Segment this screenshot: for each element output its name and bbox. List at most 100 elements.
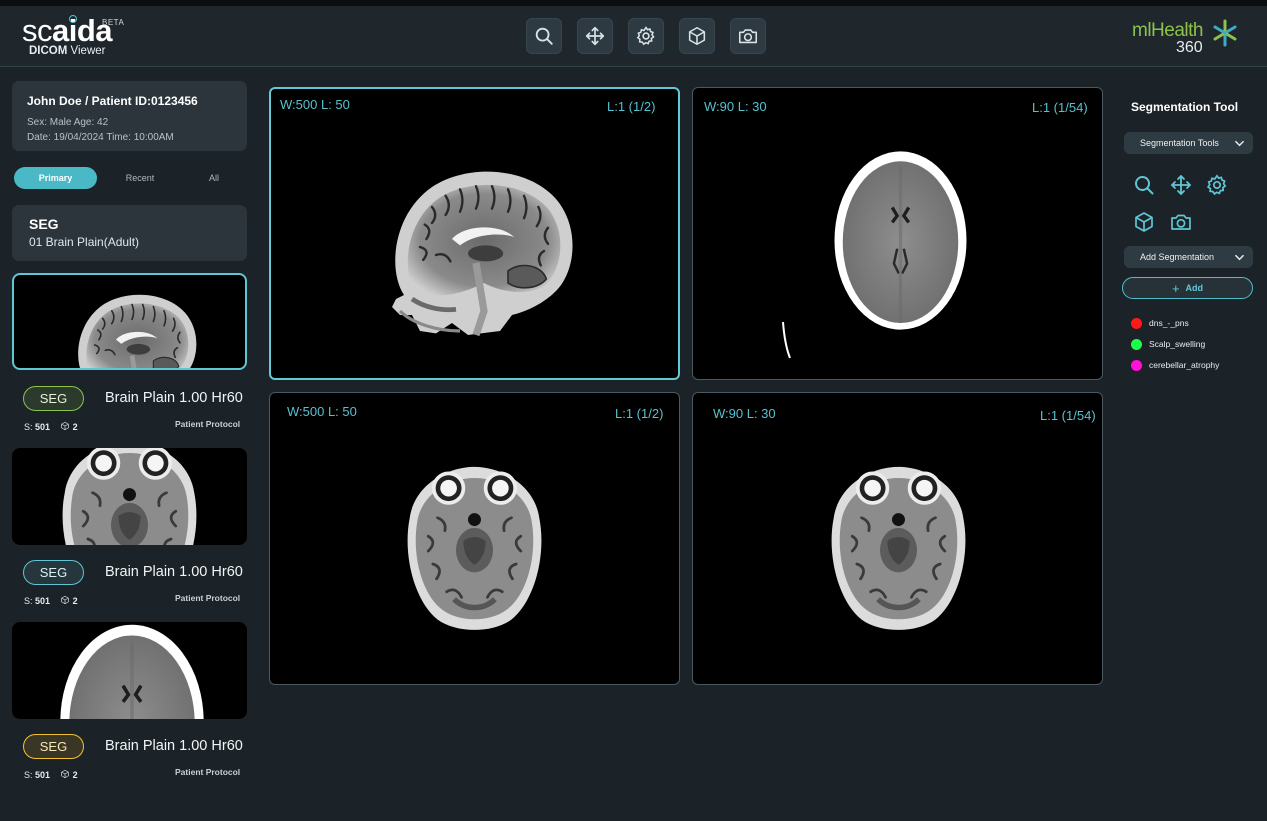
patient-sex-age: Sex: Male Age: 42 bbox=[27, 117, 109, 128]
series-count: 2 bbox=[72, 422, 78, 432]
chevron-down-icon bbox=[1234, 138, 1245, 149]
viewport-window-level: W:90 L: 30 bbox=[704, 99, 767, 114]
series-name-2: Brain Plain 1.00 Hr60 bbox=[105, 564, 243, 580]
move-icon bbox=[584, 25, 606, 47]
segment-color-dot bbox=[1131, 359, 1142, 371]
segment-item[interactable]: dns_-_pns bbox=[1131, 317, 1189, 329]
camera-icon[interactable] bbox=[1169, 210, 1193, 234]
sagittal-thumbnail-image bbox=[14, 275, 247, 370]
series-meta-1: S: 501 2 bbox=[24, 421, 78, 432]
search-tool-button[interactable] bbox=[526, 18, 562, 54]
viewport-layer-info: L:1 (1/2) bbox=[615, 406, 664, 421]
app-header: scaida BETA DICOM Viewer mlHealth 360 bbox=[0, 6, 1267, 67]
segmentation-panel-title: Segmentation Tool bbox=[1131, 100, 1239, 114]
series-count: 2 bbox=[72, 596, 78, 606]
series-protocol-3: Patient Protocol bbox=[175, 767, 241, 777]
study-title: SEG bbox=[29, 216, 59, 232]
series-slices-label: S: bbox=[24, 770, 33, 780]
logo-dot-icon bbox=[69, 15, 77, 23]
series-slices: 501 bbox=[35, 422, 51, 432]
axial-ct-thumbnail-image bbox=[12, 622, 247, 719]
search-icon[interactable] bbox=[1132, 173, 1156, 197]
move-icon[interactable] bbox=[1169, 173, 1193, 197]
plus-icon: + bbox=[1171, 280, 1180, 296]
axial-mri-thumbnail-image bbox=[12, 448, 247, 545]
series-badge-1: SEG bbox=[23, 386, 84, 411]
series-name-1: Brain Plain 1.00 Hr60 bbox=[105, 390, 243, 406]
search-icon bbox=[533, 25, 555, 47]
series-meta-2: S: 501 2 bbox=[24, 595, 78, 606]
dropdown-label: Segmentation Tools bbox=[1140, 138, 1219, 148]
add-button-label: Add bbox=[1185, 283, 1204, 293]
segment-color-dot bbox=[1131, 317, 1142, 329]
add-segmentation-dropdown[interactable]: Add Segmentation bbox=[1124, 246, 1253, 268]
viewport-3[interactable]: W:500 L: 50 L:1 (1/2) bbox=[269, 392, 680, 685]
ct-artifact bbox=[782, 321, 791, 359]
segmentation-tools-dropdown[interactable]: Segmentation Tools bbox=[1124, 132, 1253, 154]
axial-ct-image bbox=[818, 138, 983, 343]
series-name-3: Brain Plain 1.00 Hr60 bbox=[105, 738, 243, 754]
series-thumbnail-1[interactable] bbox=[12, 273, 247, 370]
patient-info-card: John Doe / Patient ID:0123456 Sex: Male … bbox=[12, 81, 247, 151]
logo-sub-rest: Viewer bbox=[67, 45, 106, 57]
tab-primary[interactable]: Primary bbox=[14, 167, 97, 189]
3d-tool-button[interactable] bbox=[679, 18, 715, 54]
series-meta-3: S: 501 2 bbox=[24, 769, 78, 780]
tab-recent[interactable]: Recent bbox=[110, 167, 170, 189]
viewport-window-level: W:500 L: 50 bbox=[287, 404, 357, 419]
cube-icon bbox=[60, 421, 70, 432]
viewport-4[interactable]: W:90 L: 30 L:1 (1/54) bbox=[692, 392, 1103, 685]
cube-icon bbox=[60, 769, 70, 780]
viewport-layer-info: L:1 (1/54) bbox=[1040, 408, 1096, 423]
series-count: 2 bbox=[72, 770, 78, 780]
cube-icon bbox=[686, 25, 708, 47]
series-protocol-2: Patient Protocol bbox=[175, 593, 241, 603]
settings-tool-button[interactable] bbox=[628, 18, 664, 54]
dropdown-label: Add Segmentation bbox=[1140, 252, 1215, 262]
segment-item[interactable]: Scalp_swelling bbox=[1131, 338, 1205, 350]
series-badge-3: SEG bbox=[23, 734, 84, 759]
series-slices-label: S: bbox=[24, 596, 33, 606]
viewport-window-level: W:500 L: 50 bbox=[280, 97, 350, 112]
sagittal-mri-image bbox=[356, 127, 596, 367]
segment-color-dot bbox=[1131, 338, 1142, 350]
viewport-layer-info: L:1 (1/2) bbox=[607, 99, 656, 114]
series-tabs: Primary Recent All bbox=[14, 167, 246, 189]
series-protocol-1: Patient Protocol bbox=[175, 419, 241, 429]
scaida-logo[interactable]: scaida BETA DICOM Viewer bbox=[22, 15, 124, 57]
logo-sub-bold: DICOM bbox=[29, 45, 68, 57]
viewport-2[interactable]: W:90 L: 30 L:1 (1/54) bbox=[692, 87, 1103, 380]
series-slices-label: S: bbox=[24, 422, 33, 432]
brand-number: 360 bbox=[1176, 39, 1203, 56]
mlhealth-logo: mlHealth 360 bbox=[1132, 19, 1242, 64]
gear-icon bbox=[635, 25, 657, 47]
study-card[interactable]: SEG 01 Brain Plain(Adult) bbox=[12, 205, 247, 261]
chevron-down-icon bbox=[1234, 252, 1245, 263]
series-slices: 501 bbox=[35, 770, 51, 780]
patient-title: John Doe / Patient ID:0123456 bbox=[27, 94, 198, 108]
series-badge-2: SEG bbox=[23, 560, 84, 585]
viewport-1[interactable]: W:500 L: 50 L:1 (1/2) bbox=[269, 87, 680, 380]
cube-icon bbox=[60, 595, 70, 606]
patient-date-time: Date: 19/04/2024 Time: 10:00AM bbox=[27, 132, 174, 143]
series-thumbnail-2[interactable] bbox=[12, 448, 247, 545]
logo-subtitle: DICOM Viewer bbox=[29, 45, 112, 57]
series-slices: 501 bbox=[35, 596, 51, 606]
segment-label: dns_-_pns bbox=[1149, 318, 1189, 328]
gear-icon[interactable] bbox=[1205, 173, 1229, 197]
star-logo-icon bbox=[1213, 19, 1237, 47]
viewport-layer-info: L:1 (1/54) bbox=[1032, 100, 1088, 115]
cube-icon[interactable] bbox=[1132, 210, 1156, 234]
beta-label: BETA bbox=[102, 18, 125, 27]
viewport-window-level: W:90 L: 30 bbox=[713, 406, 776, 421]
add-segment-button[interactable]: + Add bbox=[1122, 277, 1253, 299]
camera-icon bbox=[737, 25, 759, 47]
segment-label: cerebellar_atrophy bbox=[1149, 360, 1220, 370]
axial-mri-image bbox=[382, 448, 567, 643]
series-thumbnail-3[interactable] bbox=[12, 622, 247, 719]
tab-all[interactable]: All bbox=[194, 167, 234, 189]
segment-label: Scalp_swelling bbox=[1149, 339, 1206, 349]
snapshot-tool-button[interactable] bbox=[730, 18, 766, 54]
segment-item[interactable]: cerebellar_atrophy bbox=[1131, 359, 1219, 371]
move-tool-button[interactable] bbox=[577, 18, 613, 54]
